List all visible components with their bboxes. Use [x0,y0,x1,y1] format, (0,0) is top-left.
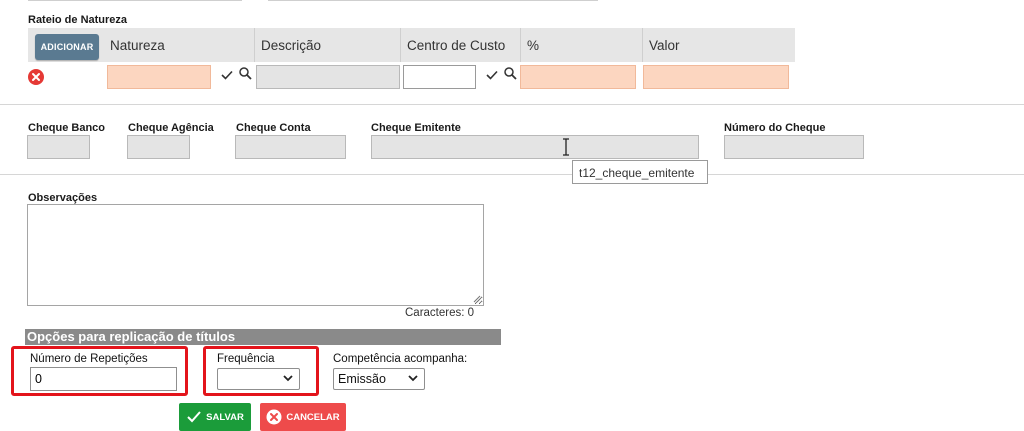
repeticoes-input[interactable] [30,367,177,391]
competencia-value: Emissão [338,372,386,386]
close-circle-icon[interactable] [28,69,44,85]
percent-input[interactable] [520,65,636,89]
valor-input[interactable] [643,65,789,89]
replicacao-title: Opções para replicação de títulos [25,329,501,345]
cheque-banco-label: Cheque Banco [28,122,106,134]
cheque-conta-input [235,135,346,159]
text-cursor-icon [563,138,569,156]
centro-custo-input[interactable] [403,65,476,89]
numero-cheque-label: Número do Cheque [724,122,826,134]
repeticoes-label: Número de Repetições [30,353,148,365]
cheque-agencia-label: Cheque Agência [128,122,214,134]
observacoes-textarea[interactable] [27,204,484,306]
cancel-circle-icon [266,409,282,425]
add-button[interactable]: ADICIONAR [35,34,99,60]
check-icon[interactable] [485,68,499,82]
tooltip: t12_cheque_emitente [572,160,708,184]
chevron-down-icon [408,375,418,382]
cheque-agencia-input [127,135,190,159]
character-counter: Caracteres: 0 [405,307,475,319]
cheque-conta-label: Cheque Conta [236,122,311,134]
rateio-grid-header: Natureza Descrição Centro de Custo % Val… [28,28,795,62]
cheque-banco-input [27,135,90,159]
frequencia-select[interactable] [217,368,300,390]
top-field-edge-left [28,0,242,1]
check-icon[interactable] [220,68,234,82]
column-centro-custo: Centro de Custo [400,28,520,62]
divider [0,104,1024,105]
column-percent: % [520,28,642,62]
column-valor: Valor [642,28,795,62]
cancel-label: CANCELAR [286,411,340,423]
cancel-button[interactable]: CANCELAR [260,403,346,431]
divider [0,174,1024,175]
natureza-input[interactable] [107,65,211,89]
numero-cheque-input [724,135,864,159]
top-field-edge-right [268,0,598,1]
column-natureza: Natureza [110,38,165,53]
competencia-select[interactable]: Emissão [333,368,425,390]
cheque-emitente-label: Cheque Emitente [371,122,461,134]
save-label: SALVAR [206,411,244,423]
check-icon [187,411,201,423]
save-button[interactable]: SALVAR [179,403,251,431]
rateio-title: Rateio de Natureza [28,14,128,26]
cheque-emitente-input [371,135,699,159]
search-icon[interactable] [503,66,517,80]
resize-handle-icon[interactable] [472,294,481,303]
competencia-label: Competência acompanha: [333,353,468,365]
frequencia-label: Frequência [217,353,275,365]
search-icon[interactable] [238,66,252,80]
column-descricao: Descrição [254,28,402,62]
descricao-input [256,65,400,89]
chevron-down-icon [283,375,293,382]
observacoes-label: Observações [28,192,98,204]
